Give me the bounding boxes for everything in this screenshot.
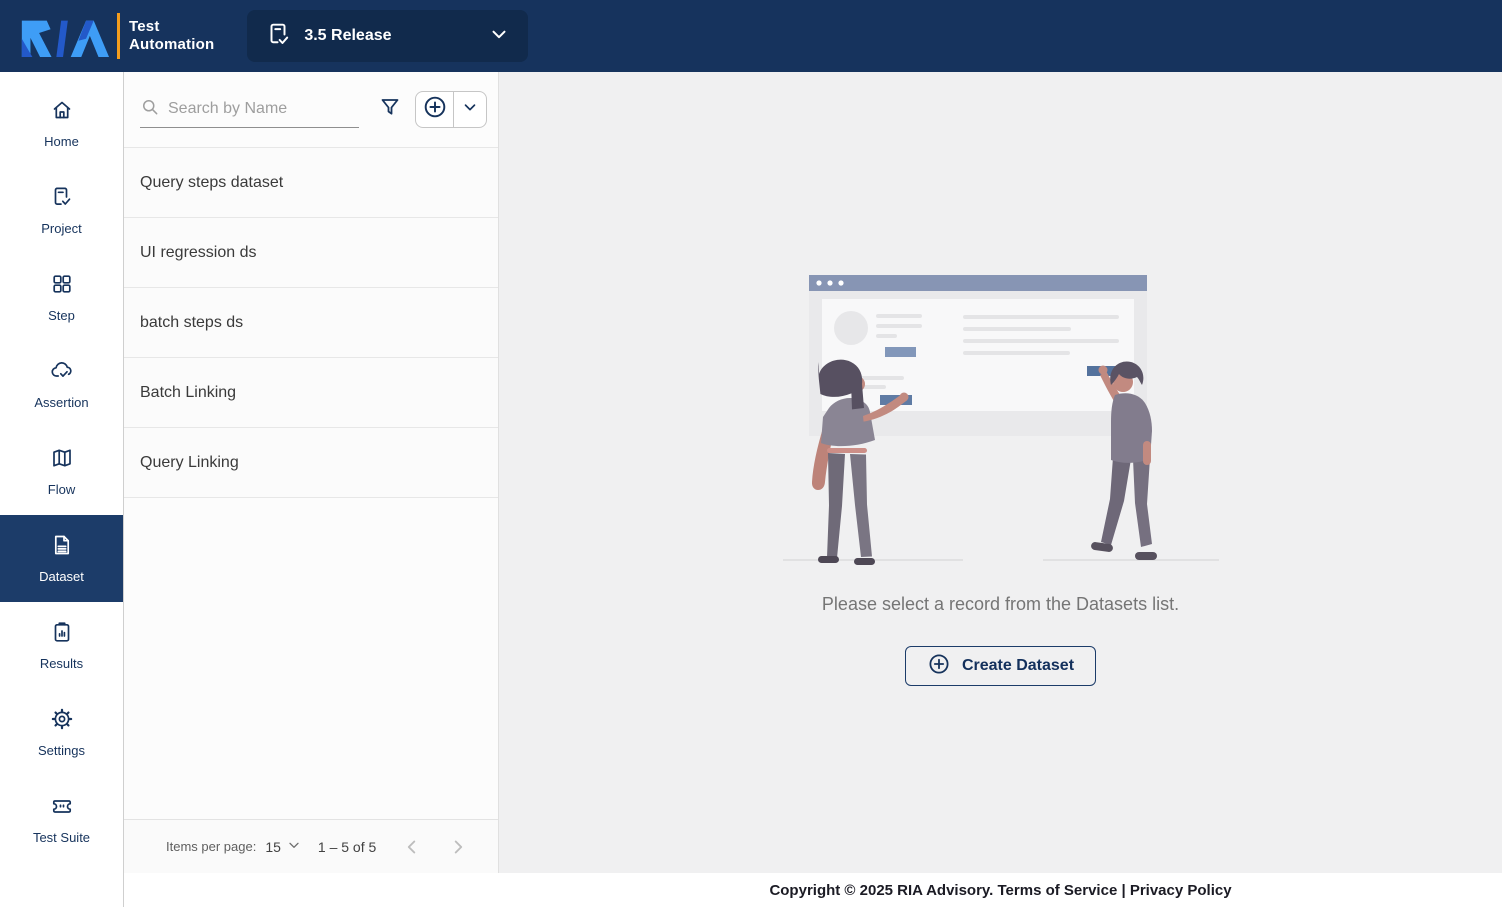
chevron-down-icon [488, 23, 510, 50]
ticket-icon [50, 794, 74, 821]
plus-circle-icon [927, 652, 951, 681]
sidebar-item-label: Settings [38, 743, 85, 758]
empty-state-message: Please select a record from the Datasets… [822, 594, 1179, 615]
page-size-value: 15 [265, 839, 281, 855]
brand-line-2: Automation [129, 36, 214, 54]
search-input[interactable] [168, 100, 359, 118]
paginator: Items per page: 15 1 – 5 of 5 [124, 819, 498, 873]
page-range-label: 1 – 5 of 5 [318, 839, 376, 855]
filter-funnel-icon [378, 95, 402, 124]
sidebar-item-assertion[interactable]: Assertion [0, 341, 123, 428]
sidebar-item-project[interactable]: Project [0, 167, 123, 254]
sidebar: Home Project Step Assertion Flow Dataset… [0, 72, 124, 907]
empty-state: Please select a record from the Datasets… [781, 270, 1221, 686]
plus-circle-icon [422, 94, 448, 125]
list-item[interactable]: Query steps dataset [124, 148, 498, 218]
previous-page-button[interactable] [400, 835, 424, 859]
clipboard-chart-icon [50, 620, 74, 647]
sidebar-item-label: Home [44, 134, 79, 149]
footer-separator: | [1121, 882, 1125, 899]
list-item[interactable]: Batch Linking [124, 358, 498, 428]
list-empty-space [124, 498, 498, 819]
sidebar-item-label: Dataset [39, 569, 84, 584]
dataset-rows: Query steps dataset UI regression ds bat… [124, 147, 498, 498]
logo-divider [117, 13, 120, 59]
release-selector[interactable]: 3.5 Release [247, 10, 528, 62]
chevron-down-icon [286, 837, 302, 856]
sidebar-item-dataset[interactable]: Dataset [0, 515, 123, 602]
detail-area: Please select a record from the Datasets… [499, 72, 1502, 873]
footer: Copyright © 2025 RIA Advisory. Terms of … [124, 873, 1502, 907]
privacy-policy-link[interactable]: Privacy Policy [1130, 882, 1232, 899]
home-icon [50, 98, 74, 125]
project-icon [50, 185, 74, 212]
topbar: Test Automation 3.5 Release [0, 0, 1502, 72]
copyright-text: Copyright © 2025 RIA Advisory. [769, 882, 993, 899]
sidebar-item-settings[interactable]: Settings [0, 689, 123, 776]
empty-state-illustration [781, 270, 1221, 565]
list-item[interactable]: batch steps ds [124, 288, 498, 358]
map-icon [50, 446, 74, 473]
sidebar-item-results[interactable]: Results [0, 602, 123, 689]
next-page-button[interactable] [446, 835, 470, 859]
terms-of-service-link[interactable]: Terms of Service [998, 882, 1118, 899]
footer-text: Copyright © 2025 RIA Advisory. Terms of … [499, 882, 1502, 899]
chevron-down-icon [461, 98, 479, 121]
search-icon [140, 97, 160, 122]
brand-line-1: Test [129, 18, 214, 36]
grid-icon [50, 272, 74, 299]
sidebar-item-home[interactable]: Home [0, 80, 123, 167]
gear-icon [50, 707, 74, 734]
sidebar-item-step[interactable]: Step [0, 254, 123, 341]
brand-name: Test Automation [129, 18, 214, 54]
sidebar-item-label: Flow [48, 482, 75, 497]
dataset-document-icon [50, 533, 74, 560]
page-nav [400, 835, 470, 859]
add-button[interactable] [416, 92, 453, 127]
sidebar-item-test-suite[interactable]: Test Suite [0, 776, 123, 863]
list-toolbar [124, 72, 498, 147]
datasets-list-panel: Query steps dataset UI regression ds bat… [124, 72, 499, 873]
project-check-icon [265, 21, 291, 52]
page-size-select[interactable]: 15 [265, 837, 302, 856]
cloud-check-icon [50, 359, 74, 386]
list-item[interactable]: UI regression ds [124, 218, 498, 288]
sidebar-item-label: Test Suite [33, 830, 90, 845]
create-dataset-button[interactable]: Create Dataset [905, 646, 1096, 686]
add-menu-button[interactable] [453, 92, 486, 127]
list-item[interactable]: Query Linking [124, 428, 498, 498]
search-field[interactable] [140, 92, 359, 128]
filter-button[interactable] [373, 93, 407, 127]
sidebar-item-flow[interactable]: Flow [0, 428, 123, 515]
items-per-page-label: Items per page: [166, 839, 256, 854]
sidebar-item-label: Step [48, 308, 75, 323]
ria-logo-icon [18, 9, 110, 64]
sidebar-item-label: Results [40, 656, 83, 671]
brand-logo: Test Automation [18, 9, 214, 64]
sidebar-item-label: Project [41, 221, 81, 236]
add-split-button [415, 91, 487, 128]
release-label: 3.5 Release [304, 27, 488, 45]
create-dataset-label: Create Dataset [962, 657, 1074, 675]
sidebar-item-label: Assertion [34, 395, 88, 410]
